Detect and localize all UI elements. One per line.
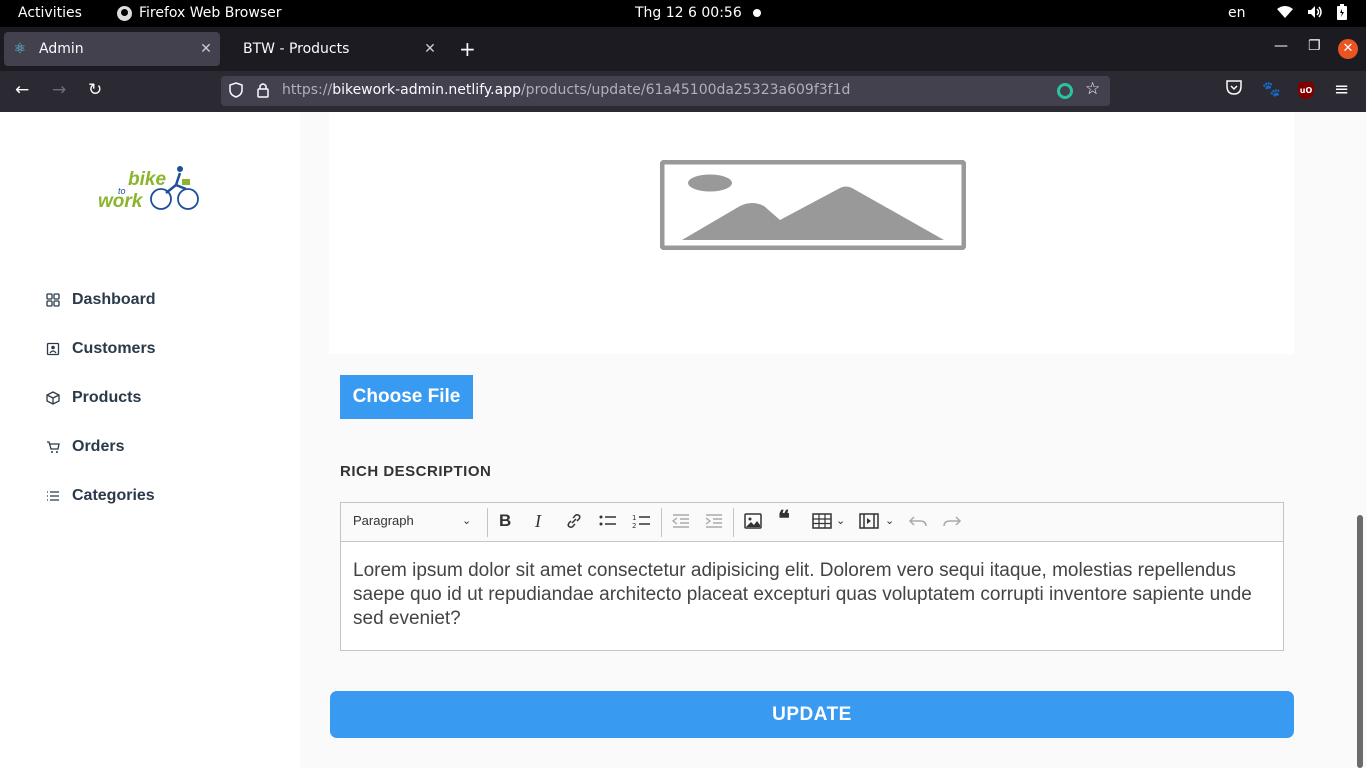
image-placeholder-icon xyxy=(660,160,966,250)
svg-text:2: 2 xyxy=(632,522,636,530)
close-tab-icon[interactable]: ✕ xyxy=(420,41,440,57)
chevron-down-icon[interactable]: ⌄ xyxy=(885,514,894,527)
forward-icon[interactable]: → xyxy=(52,80,66,100)
choose-file-button[interactable]: Choose File xyxy=(340,375,473,419)
sidebar-item-label: Orders xyxy=(72,437,125,455)
numbered-list-icon[interactable]: 12 xyxy=(632,512,652,534)
insert-table-icon[interactable] xyxy=(812,512,832,534)
sidebar-item-label: Customers xyxy=(72,339,156,357)
toolbar-divider xyxy=(661,508,662,537)
url-path: /products/update/61a45100da25323a609f3f1… xyxy=(520,82,851,98)
restore-icon[interactable]: ❐ xyxy=(1308,38,1321,54)
cube-icon xyxy=(46,390,60,405)
new-tab-button[interactable]: + xyxy=(459,37,476,61)
tab-label: BTW - Products xyxy=(243,41,350,57)
pocket-icon[interactable] xyxy=(1226,80,1242,99)
rich-description-label: RICH DESCRIPTION xyxy=(340,463,492,480)
firefox-icon xyxy=(117,5,132,21)
tab-strip: ⚛ Admin ✕ BTW - Products ✕ xyxy=(0,27,1366,71)
react-icon: ⚛ xyxy=(13,41,27,57)
minimize-icon[interactable]: — xyxy=(1274,38,1288,54)
notification-dot-icon xyxy=(753,9,761,17)
sidebar-item-customers[interactable]: Customers xyxy=(46,324,156,373)
tab-admin[interactable]: ⚛ Admin ✕ xyxy=(4,32,220,66)
sidebar-item-products[interactable]: Products xyxy=(46,373,156,422)
activities-button[interactable]: Activities xyxy=(18,5,82,21)
reload-icon[interactable]: ↻ xyxy=(88,80,102,100)
dashboard-icon xyxy=(46,292,60,307)
undo-icon[interactable] xyxy=(908,512,928,534)
close-tab-icon[interactable]: ✕ xyxy=(196,41,216,57)
toolbar-divider xyxy=(487,508,488,537)
volume-icon xyxy=(1307,5,1323,23)
extension-icon[interactable] xyxy=(1057,83,1073,99)
cart-icon xyxy=(46,440,60,454)
svg-text:work: work xyxy=(98,191,144,212)
app-name: Firefox Web Browser xyxy=(139,5,282,21)
bike-to-work-logo[interactable]: bike to work xyxy=(96,163,204,213)
window-close-icon[interactable]: ✕ xyxy=(1338,39,1358,59)
sidebar-item-dashboard[interactable]: Dashboard xyxy=(46,275,156,324)
toolbar-divider xyxy=(733,508,734,537)
svg-text:bike: bike xyxy=(128,169,166,190)
wifi-icon xyxy=(1277,5,1293,23)
list-icon xyxy=(46,489,60,503)
back-icon[interactable]: ← xyxy=(15,80,29,100)
block-format-dropdown[interactable]: Paragraph xyxy=(353,513,414,528)
url-scheme: https:// xyxy=(282,82,333,98)
image-preview xyxy=(329,112,1294,354)
scrollbar-thumb[interactable] xyxy=(1357,515,1363,768)
sidebar-item-orders[interactable]: Orders xyxy=(46,422,156,471)
sidebar-item-label: Dashboard xyxy=(72,290,156,308)
outdent-icon[interactable] xyxy=(671,512,691,534)
system-top-bar: Activities Firefox Web Browser Thg 12 6 … xyxy=(0,0,1366,27)
scrollbar[interactable] xyxy=(1354,112,1366,768)
url-bar[interactable]: https://bikework-admin.netlify.app/produ… xyxy=(221,76,1110,106)
chevron-down-icon[interactable]: ⌄ xyxy=(462,514,471,527)
ublock-icon[interactable]: uO xyxy=(1298,82,1314,99)
tracking-protection-icon[interactable] xyxy=(229,82,243,102)
sidebar-item-label: Categories xyxy=(72,486,155,504)
link-icon[interactable] xyxy=(565,512,583,534)
lock-icon[interactable] xyxy=(257,82,269,98)
bookmark-star-icon[interactable]: ☆ xyxy=(1085,79,1100,99)
url-text[interactable]: https://bikework-admin.netlify.app/produ… xyxy=(282,82,850,98)
app-menu[interactable]: Firefox Web Browser xyxy=(117,5,282,21)
blockquote-icon[interactable]: ❝ xyxy=(778,506,790,532)
insert-media-icon[interactable] xyxy=(859,512,879,534)
svg-text:1: 1 xyxy=(632,514,636,522)
sidebar: bike to work Dashboard Customers Product… xyxy=(0,112,300,768)
main-content: Choose File RICH DESCRIPTION Paragraph ⌄… xyxy=(300,112,1354,768)
sidebar-item-label: Products xyxy=(72,388,142,406)
tab-label: Admin xyxy=(39,41,84,57)
italic-icon[interactable]: I xyxy=(535,511,541,532)
language-indicator[interactable]: en xyxy=(1228,5,1246,21)
bold-icon[interactable]: B xyxy=(499,511,511,531)
update-button[interactable]: UPDATE xyxy=(330,691,1294,738)
extension-paw-icon[interactable]: 🐾 xyxy=(1262,80,1281,98)
redo-icon[interactable] xyxy=(942,512,962,534)
chevron-down-icon[interactable]: ⌄ xyxy=(836,514,845,527)
menu-icon[interactable]: ≡ xyxy=(1334,79,1349,100)
indent-icon[interactable] xyxy=(704,512,724,534)
editor-toolbar: Paragraph ⌄ B I 12 ❝ ⌄ ⌄ xyxy=(341,503,1283,542)
navigation-bar: ← → ↻ https://bikework-admin.netlify.app… xyxy=(0,71,1366,112)
bulleted-list-icon[interactable] xyxy=(598,512,618,534)
insert-image-icon[interactable] xyxy=(744,512,762,534)
url-host: bikework-admin.netlify.app xyxy=(332,82,521,98)
sidebar-item-categories[interactable]: Categories xyxy=(46,471,156,520)
system-tray[interactable] xyxy=(1277,4,1347,24)
tab-btw-products[interactable]: BTW - Products ✕ xyxy=(224,32,444,66)
editor-content[interactable]: Lorem ipsum dolor sit amet consectetur a… xyxy=(341,542,1283,631)
sidebar-menu: Dashboard Customers Products Orders Cate… xyxy=(46,275,156,520)
battery-icon xyxy=(1337,4,1347,24)
clock[interactable]: Thg 12 6 00:56 xyxy=(635,5,742,21)
rich-text-editor: Paragraph ⌄ B I 12 ❝ ⌄ ⌄ Lorem ipsum dol… xyxy=(340,502,1284,651)
customers-icon xyxy=(46,342,60,356)
